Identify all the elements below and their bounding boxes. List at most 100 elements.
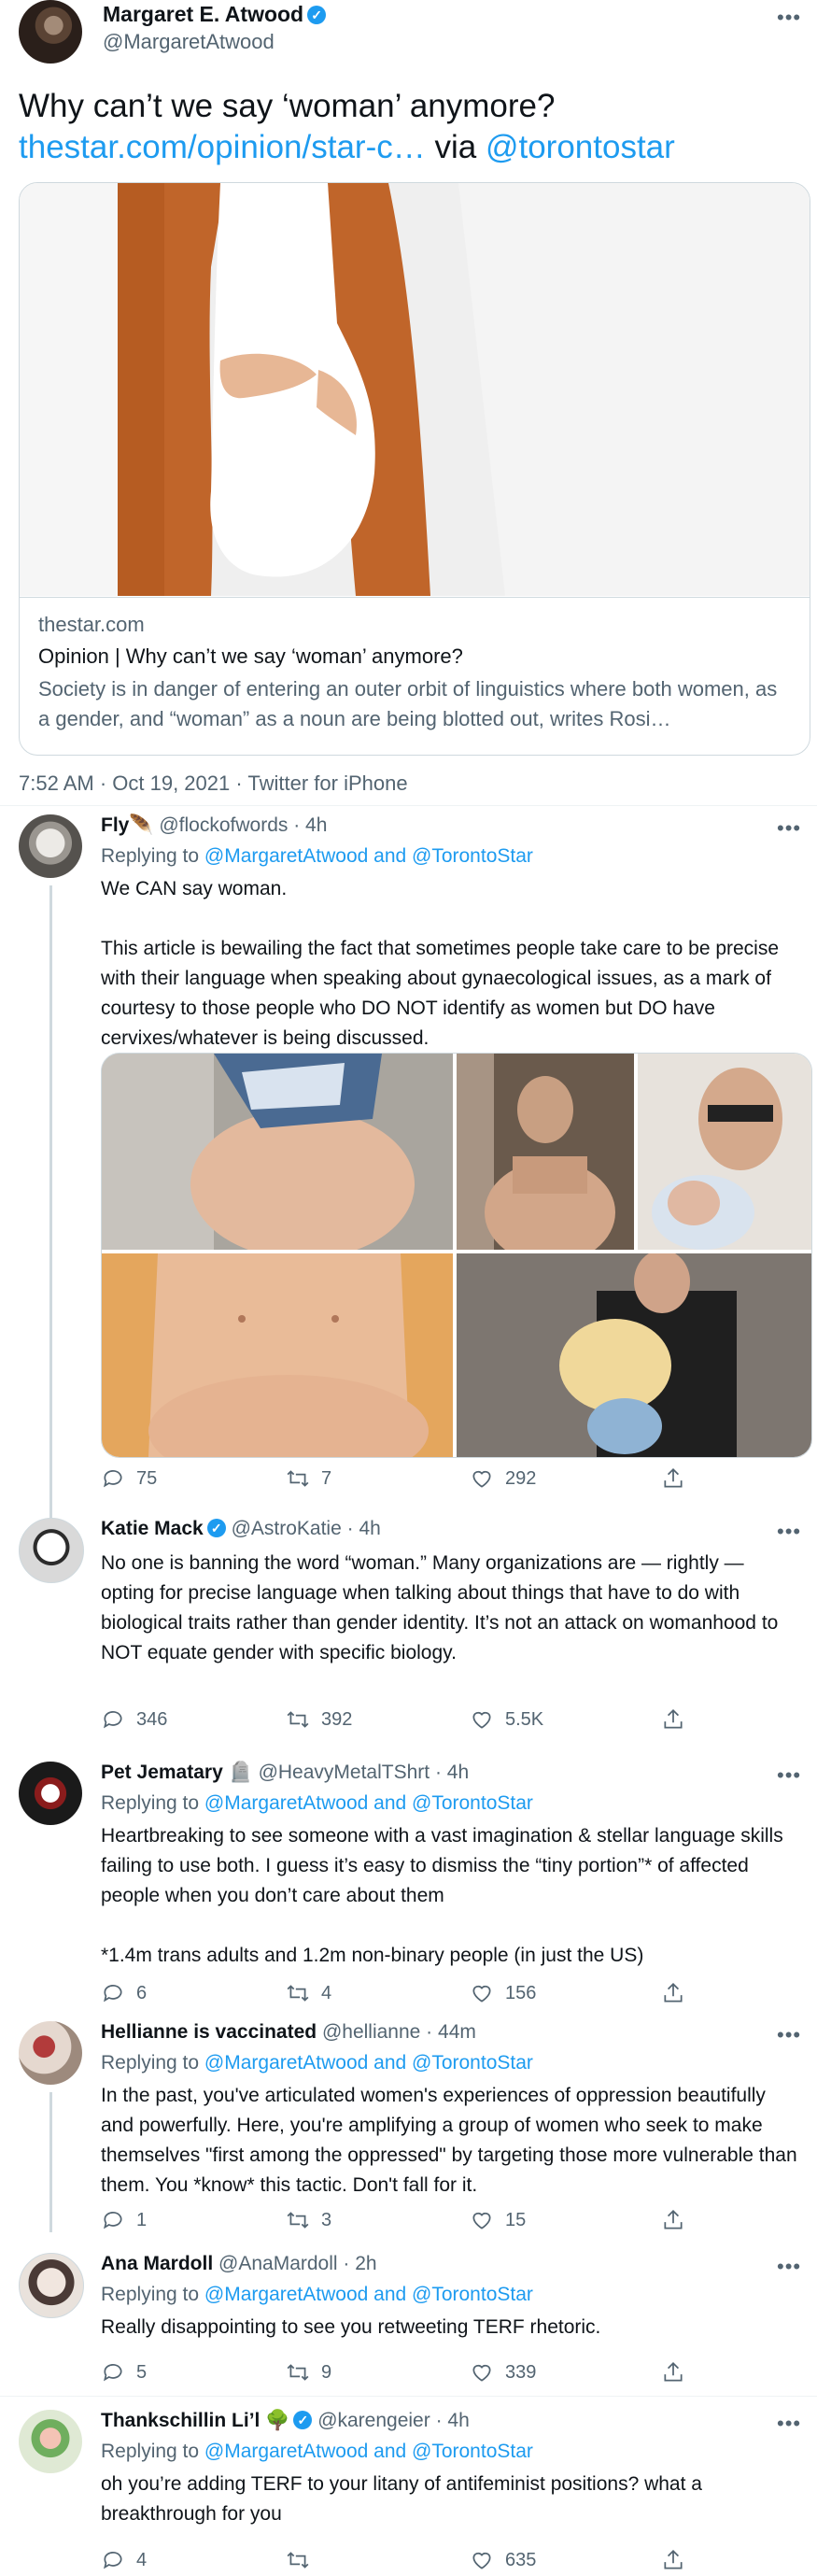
retweet-icon	[287, 1711, 309, 1728]
reply-name[interactable]: Ana Mardoll	[101, 2253, 213, 2274]
replying-to: Replying to @MargaretAtwood and @Toronto…	[101, 845, 533, 868]
reply-time[interactable]: 4h	[305, 814, 327, 836]
reply-icon	[104, 1984, 122, 2003]
reply-button[interactable]: 5	[101, 2360, 147, 2385]
retweet-icon	[287, 2364, 309, 2381]
photo-5[interactable]	[457, 1253, 811, 1457]
author-name[interactable]: Margaret E. Atwood ✓	[103, 2, 327, 27]
like-icon	[472, 2552, 491, 2569]
reply-count: 5	[136, 2361, 148, 2383]
reply-button[interactable]: 4	[101, 2548, 147, 2572]
photo-4[interactable]	[102, 1253, 453, 1457]
reply-actions: 1 3 15	[101, 2208, 698, 2236]
like-button[interactable]: 5.5K	[470, 1707, 543, 1732]
share-icon	[664, 1983, 683, 2003]
reply-avatar[interactable]	[19, 2410, 82, 2473]
retweet-button[interactable]: 4	[286, 1981, 331, 2005]
like-button[interactable]: 15	[470, 2208, 526, 2232]
reply-name[interactable]: Thankschillin Li’l 🌳	[101, 2410, 289, 2431]
like-button[interactable]: 292	[470, 1466, 536, 1491]
author-avatar[interactable]	[19, 0, 82, 64]
reply-handle[interactable]: @HeavyMetalTShrt	[259, 1762, 430, 1783]
replying-to: Replying to @MargaretAtwood and @Toronto…	[101, 1792, 533, 1815]
reply-name[interactable]: Pet Jematary 🪦	[101, 1762, 253, 1783]
share-button[interactable]	[661, 2548, 685, 2572]
reply-header: Hellianne is vaccinated @hellianne · 44m	[101, 2021, 476, 2044]
thread-line	[49, 2092, 52, 2232]
reply-avatar[interactable]	[19, 2253, 84, 2318]
retweet-button[interactable]: 9	[286, 2360, 331, 2385]
reply-avatar[interactable]	[19, 1518, 84, 1583]
reply-text: Really disappointing to see you retweeti…	[101, 2316, 601, 2338]
via-handle-link[interactable]: @torontostar	[486, 129, 675, 165]
reply-actions: 346 392 5.5K	[101, 1707, 698, 1735]
more-icon[interactable]: •••	[777, 2412, 801, 2436]
share-icon	[664, 2210, 683, 2229]
share-button[interactable]	[661, 2208, 685, 2232]
reply-button[interactable]: 346	[101, 1707, 167, 1732]
reply-name[interactable]: Katie Mack	[101, 1518, 204, 1539]
replying-to-link[interactable]: @MargaretAtwood and @TorontoStar	[204, 2284, 533, 2305]
retweet-button[interactable]: 3	[286, 2208, 331, 2232]
reply-avatar[interactable]	[19, 814, 82, 878]
reply-avatar[interactable]	[19, 2021, 82, 2085]
like-button[interactable]: 635	[470, 2548, 536, 2572]
reply-icon	[104, 1469, 122, 1488]
more-icon[interactable]: •••	[777, 1520, 801, 1544]
divider	[0, 805, 817, 806]
replying-to-link[interactable]: @MargaretAtwood and @TorontoStar	[204, 845, 533, 867]
more-icon[interactable]: •••	[777, 816, 801, 841]
like-button[interactable]: 339	[470, 2360, 536, 2385]
reply-name[interactable]: Hellianne is vaccinated	[101, 2021, 317, 2043]
reply-avatar[interactable]	[19, 1762, 82, 1825]
link-preview-card[interactable]: thestar.com Opinion | Why can’t we say ‘…	[19, 182, 810, 756]
tweet-timestamp[interactable]: 7:52 AM · Oct 19, 2021 · Twitter for iPh…	[19, 771, 408, 796]
replying-to-link[interactable]: @MargaretAtwood and @TorontoStar	[204, 2441, 533, 2462]
reply-count: 6	[136, 1982, 148, 2003]
photo-3[interactable]	[638, 1054, 811, 1250]
replying-to-link[interactable]: @MargaretAtwood and @TorontoStar	[204, 1792, 533, 1814]
share-button[interactable]	[661, 2360, 685, 2385]
card-description: Society is in danger of entering an oute…	[38, 677, 778, 730]
reply-handle[interactable]: @AstroKatie	[232, 1518, 342, 1539]
retweet-button[interactable]: 392	[286, 1707, 352, 1732]
like-icon	[472, 1711, 491, 1729]
like-icon	[472, 1470, 491, 1488]
more-icon[interactable]: •••	[777, 1763, 801, 1788]
reply-handle[interactable]: @hellianne	[322, 2021, 420, 2043]
reply-text: We CAN say woman. This article is bewail…	[101, 878, 780, 1049]
more-icon[interactable]: •••	[777, 6, 801, 30]
reply-handle[interactable]: @karengeier	[317, 2410, 430, 2431]
reply-button[interactable]: 6	[101, 1981, 147, 2005]
reply-count: 75	[136, 1467, 158, 1489]
verified-icon: ✓	[206, 1519, 226, 1537]
retweet-button[interactable]: 7	[286, 1466, 331, 1491]
share-button[interactable]	[661, 1981, 685, 2005]
reply-time[interactable]: 4h	[447, 1762, 469, 1783]
share-button[interactable]	[661, 1707, 685, 1732]
reply-button[interactable]: 1	[101, 2208, 147, 2232]
more-icon[interactable]: •••	[777, 2255, 801, 2279]
reply-handle[interactable]: @flockofwords	[159, 814, 288, 836]
photo-1[interactable]	[102, 1054, 453, 1250]
retweet-icon	[287, 2552, 309, 2569]
more-icon[interactable]: •••	[777, 2023, 801, 2047]
reply-button[interactable]: 75	[101, 1466, 157, 1491]
reply-handle[interactable]: @AnaMardoll	[218, 2253, 338, 2274]
reply-time[interactable]: 44m	[438, 2021, 476, 2043]
tweet-thread-page: Margaret E. Atwood ✓ @MargaretAtwood ••• …	[0, 0, 817, 2572]
reply-time[interactable]: 4h	[447, 2410, 469, 2431]
reply-time[interactable]: 4h	[359, 1518, 380, 1539]
tweet-link[interactable]: thestar.com/opinion/star-c…	[19, 129, 426, 165]
author-handle[interactable]: @MargaretAtwood	[103, 30, 275, 54]
share-button[interactable]	[661, 1466, 685, 1491]
photo-2[interactable]	[457, 1054, 634, 1250]
reply-time[interactable]: 2h	[355, 2253, 376, 2274]
reply-name[interactable]: Fly🪶	[101, 814, 154, 836]
reply-header: Ana Mardoll @AnaMardoll · 2h	[101, 2253, 377, 2275]
like-icon	[472, 2212, 491, 2229]
retweet-button[interactable]	[286, 2548, 321, 2572]
reply-text: oh you’re adding TERF to your litany of …	[101, 2473, 708, 2525]
like-button[interactable]: 156	[470, 1981, 536, 2005]
replying-to-link[interactable]: @MargaretAtwood and @TorontoStar	[204, 2052, 533, 2074]
